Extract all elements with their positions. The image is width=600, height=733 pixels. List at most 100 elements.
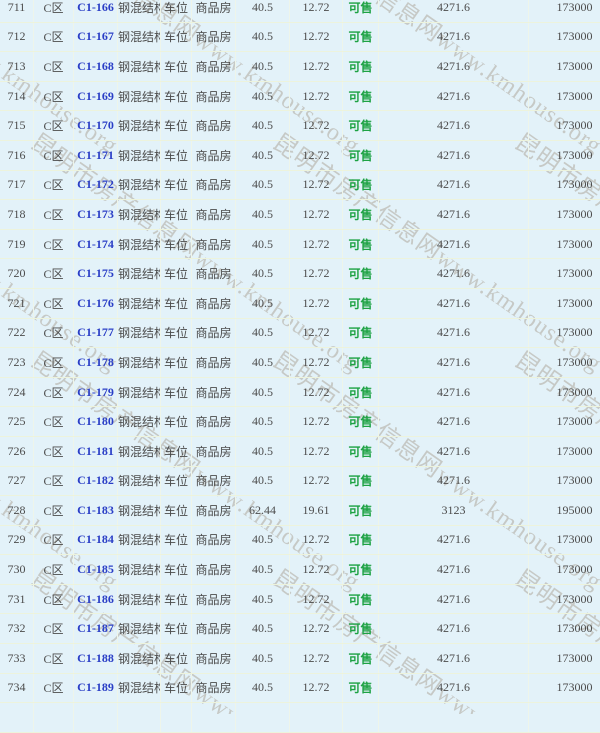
use-type-cell: 车位	[161, 644, 192, 674]
unit-cell: C1-189	[74, 673, 118, 703]
table-row: 725C区C1-180钢混结构车位商品房40.512.72可售4271.6173…	[0, 407, 600, 437]
unit-number-link[interactable]: C1-186	[77, 592, 114, 606]
unit-number-link[interactable]: C1-177	[77, 325, 114, 339]
row-number-cell: 723	[0, 348, 34, 378]
unit-number-link[interactable]: C1-167	[77, 29, 114, 43]
use-type-cell: 车位	[161, 0, 192, 22]
inner-area-cell: 12.72	[290, 259, 343, 289]
unit-cell: C1-187	[74, 614, 118, 644]
build-area-cell: 62.44	[236, 496, 290, 526]
empty-cell	[379, 703, 529, 733]
empty-cell	[0, 703, 34, 733]
inner-area-cell: 12.72	[290, 170, 343, 200]
unit-number-link[interactable]: C1-174	[77, 237, 114, 251]
unit-number-link[interactable]: C1-169	[77, 89, 114, 103]
unit-cell: C1-179	[74, 377, 118, 407]
use-type-cell: 车位	[161, 22, 192, 52]
district-cell: C区	[34, 288, 74, 318]
sale-status-cell: 可售	[343, 111, 379, 141]
unit-number-link[interactable]: C1-176	[77, 296, 114, 310]
unit-number-link[interactable]: C1-184	[77, 532, 114, 546]
table-row: 731C区C1-186钢混结构车位商品房40.512.72可售4271.6173…	[0, 584, 600, 614]
house-category-cell: 商品房	[192, 259, 236, 289]
unit-number-link[interactable]: C1-179	[77, 385, 114, 399]
row-number-cell: 725	[0, 407, 34, 437]
build-area-cell: 40.5	[236, 200, 290, 230]
empty-cell	[290, 703, 343, 733]
empty-cell	[343, 703, 379, 733]
unit-number-link[interactable]: C1-168	[77, 59, 114, 73]
unit-number-link[interactable]: C1-188	[77, 651, 114, 665]
table-row: 727C区C1-182钢混结构车位商品房40.512.72可售4271.6173…	[0, 466, 600, 496]
total-price-cell: 173000	[529, 555, 600, 585]
structure-cell: 钢混结构	[118, 407, 161, 437]
use-type-cell: 车位	[161, 81, 192, 111]
unit-number-link[interactable]: C1-171	[77, 148, 114, 162]
unit-cell: C1-188	[74, 644, 118, 674]
sale-status-cell: 可售	[343, 584, 379, 614]
build-area-cell: 40.5	[236, 111, 290, 141]
sale-status-cell: 可售	[343, 318, 379, 348]
house-category-cell: 商品房	[192, 288, 236, 318]
listing-table: 711C区C1-166钢混结构车位商品房40.512.72可售4271.6173…	[0, 0, 600, 733]
use-type-cell: 车位	[161, 496, 192, 526]
house-category-cell: 商品房	[192, 229, 236, 259]
unit-cell: C1-178	[74, 348, 118, 378]
structure-cell: 钢混结构	[118, 496, 161, 526]
structure-cell: 钢混结构	[118, 229, 161, 259]
unit-price-cell: 4271.6	[379, 81, 529, 111]
table-row: 730C区C1-185钢混结构车位商品房40.512.72可售4271.6173…	[0, 555, 600, 585]
structure-cell: 钢混结构	[118, 466, 161, 496]
unit-number-link[interactable]: C1-182	[77, 473, 114, 487]
page: { "watermark": { "site_name": "昆明市房产信息网"…	[0, 0, 600, 714]
structure-cell: 钢混结构	[118, 584, 161, 614]
row-number-cell: 719	[0, 229, 34, 259]
inner-area-cell: 12.72	[290, 584, 343, 614]
row-number-cell: 722	[0, 318, 34, 348]
unit-cell: C1-166	[74, 0, 118, 22]
table-row: 720C区C1-175钢混结构车位商品房40.512.72可售4271.6173…	[0, 259, 600, 289]
unit-number-link[interactable]: C1-173	[77, 207, 114, 221]
unit-number-link[interactable]: C1-170	[77, 118, 114, 132]
row-number-cell: 712	[0, 22, 34, 52]
total-price-cell: 173000	[529, 0, 600, 22]
sale-status-cell: 可售	[343, 229, 379, 259]
house-category-cell: 商品房	[192, 614, 236, 644]
table-row: 712C区C1-167钢混结构车位商品房40.512.72可售4271.6173…	[0, 22, 600, 52]
unit-number-link[interactable]: C1-166	[77, 0, 114, 14]
house-category-cell: 商品房	[192, 525, 236, 555]
total-price-cell: 173000	[529, 377, 600, 407]
unit-number-link[interactable]: C1-189	[77, 680, 114, 694]
structure-cell: 钢混结构	[118, 436, 161, 466]
unit-price-cell: 4271.6	[379, 200, 529, 230]
district-cell: C区	[34, 170, 74, 200]
sale-status-cell: 可售	[343, 0, 379, 22]
unit-number-link[interactable]: C1-185	[77, 562, 114, 576]
district-cell: C区	[34, 466, 74, 496]
empty-cell	[118, 703, 161, 733]
build-area-cell: 40.5	[236, 555, 290, 585]
total-price-cell: 173000	[529, 140, 600, 170]
build-area-cell: 40.5	[236, 140, 290, 170]
row-number-cell: 728	[0, 496, 34, 526]
unit-number-link[interactable]: C1-187	[77, 621, 114, 635]
unit-number-link[interactable]: C1-181	[77, 444, 114, 458]
row-number-cell: 729	[0, 525, 34, 555]
build-area-cell: 40.5	[236, 644, 290, 674]
inner-area-cell: 12.72	[290, 644, 343, 674]
unit-number-link[interactable]: C1-183	[77, 503, 114, 517]
inner-area-cell: 12.72	[290, 407, 343, 437]
inner-area-cell: 12.72	[290, 140, 343, 170]
unit-number-link[interactable]: C1-172	[77, 177, 114, 191]
unit-number-link[interactable]: C1-175	[77, 266, 114, 280]
build-area-cell: 40.5	[236, 614, 290, 644]
unit-number-link[interactable]: C1-178	[77, 355, 114, 369]
use-type-cell: 车位	[161, 466, 192, 496]
table-row: 732C区C1-187钢混结构车位商品房40.512.72可售4271.6173…	[0, 614, 600, 644]
sale-status-cell: 可售	[343, 140, 379, 170]
unit-number-link[interactable]: C1-180	[77, 414, 114, 428]
inner-area-cell: 12.72	[290, 52, 343, 82]
house-category-cell: 商品房	[192, 140, 236, 170]
total-price-cell: 173000	[529, 81, 600, 111]
sale-status-cell: 可售	[343, 348, 379, 378]
